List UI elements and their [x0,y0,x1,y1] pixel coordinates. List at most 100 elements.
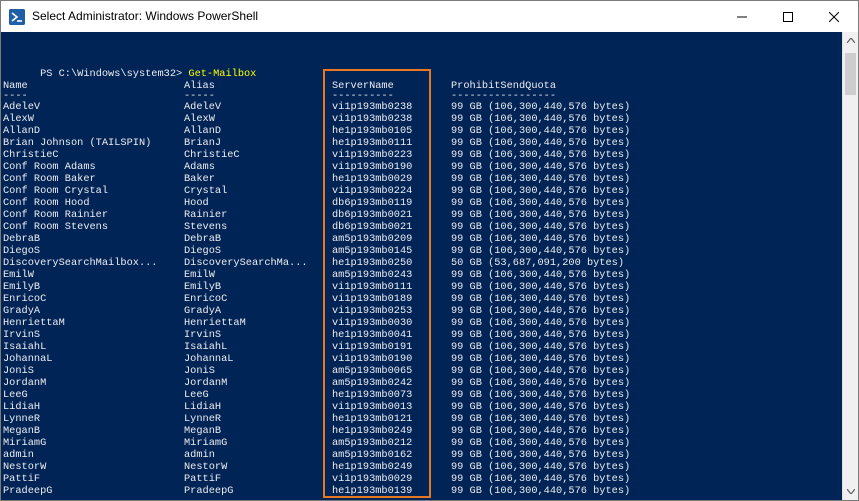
cell-name: EnricoC [3,293,47,305]
table-row: Conf Room Baker Baker he1p193mb0029 99 GB (… [3,173,842,185]
table-row: EmilW EmilW am5p193mb0243 99 GB (106,300,44… [3,269,842,281]
table-row: DiscoverySearchMailbox... DiscoverySearch… [3,257,842,269]
cell-quota: 99 GB (106,300,440,576 bytes) [451,485,631,497]
cell-alias: DiegoS [184,245,222,257]
cell-servername: vi1p193mb0111 [332,281,413,293]
console-output[interactable]: PS C:\Windows\system32> Get-Mailbox Name… [1,32,842,500]
cell-alias: Stevens [184,221,228,233]
cell-alias: JoniS [184,365,215,377]
table-row: MiriamG MiriamG am5p193mb0212 99 GB (106,30… [3,437,842,449]
cell-quota: 99 GB (106,300,440,576 bytes) [451,185,631,197]
cell-servername: vi1p193mb0238 [332,101,413,113]
cell-servername: db6p193mb0119 [332,197,413,209]
cell-servername: vi1p193mb0190 [332,353,413,365]
cell-servername: he1p193mb0249 [332,461,413,473]
cell-name: PradeepG [3,485,53,497]
cell-alias: JohannaL [184,353,234,365]
maximize-button[interactable] [765,1,811,32]
cell-quota: 99 GB (106,300,440,576 bytes) [451,269,631,281]
powershell-icon [9,9,25,25]
chevron-down-icon [847,489,855,494]
table-row: HenriettaM HenriettaM vi1p193mb0030 99 GB (… [3,317,842,329]
cell-name: Conf Room Rainier [3,209,109,221]
minimize-icon [737,16,747,17]
cell-quota: 99 GB (106,300,440,576 bytes) [451,329,631,341]
cell-servername: vi1p193mb0191 [332,341,413,353]
cell-alias: LynneR [184,413,222,425]
cell-quota: 99 GB (106,300,440,576 bytes) [451,149,631,161]
table-row: Conf Room Stevens Stevens db6p193mb0021 99 … [3,221,842,233]
table-row: JohannaL JohannaL vi1p193mb0190 99 GB (106,… [3,353,842,365]
scroll-thumb[interactable] [845,53,856,95]
cell-name: JordanM [3,377,47,389]
cell-quota: 99 GB (106,300,440,576 bytes) [451,137,631,149]
table-row: JoniS JoniS am5p193mb0065 99 GB (106,300,44… [3,365,842,377]
cell-alias: admin [184,449,215,461]
cell-servername: vi1p193mb0013 [332,401,413,413]
table-row: IsaiahL IsaiahL vi1p193mb0191 99 GB (106,30… [3,341,842,353]
table-row: JordanM JordanM am5p193mb0242 99 GB (106,30… [3,377,842,389]
table-row: LeeG LeeG he1p193mb0073 99 GB (106,300,440,… [3,389,842,401]
cell-name: JohannaL [3,353,53,365]
cell-servername: am5p193mb0209 [332,233,413,245]
cell-name: DiegoS [3,245,41,257]
close-button[interactable] [811,1,857,32]
cell-servername: he1p193mb0139 [332,485,413,497]
cell-servername: vi1p193mb0030 [332,317,413,329]
table-row: admin admin am5p193mb0162 99 GB (106,300,44… [3,449,842,461]
cell-alias: AlexW [184,113,215,125]
cell-quota: 99 GB (106,300,440,576 bytes) [451,413,631,425]
scroll-down-button[interactable] [843,483,858,500]
table-row: DiegoS DiegoS am5p193mb0145 99 GB (106,300,… [3,245,842,257]
table-row: PradeepG PradeepG he1p193mb0139 99 GB (106,… [3,485,842,497]
cell-name: DiscoverySearchMailbox... [3,257,158,269]
cell-quota: 99 GB (106,300,440,576 bytes) [451,425,631,437]
powershell-window: Select Administrator: Windows PowerShell… [0,0,859,501]
table-row: AllanD AllanD he1p193mb0105 99 GB (106,300,… [3,125,842,137]
table-row: LidiaH LidiaH vi1p193mb0013 99 GB (106,300,… [3,401,842,413]
cell-servername: vi1p193mb0029 [332,473,413,485]
table-row: GradyA GradyA vi1p193mb0253 99 GB (106,300,… [3,305,842,317]
cell-alias: Rainier [184,209,228,221]
cell-alias: JordanM [184,377,228,389]
cell-name: NestorW [3,461,47,473]
minimize-button[interactable] [719,1,765,32]
cell-alias: Crystal [184,185,228,197]
table-row: AlexW AlexW vi1p193mb0238 99 GB (106,300,44… [3,113,842,125]
command-line: PS C:\Windows\system32> Get-Mailbox [3,56,256,80]
cell-servername: he1p193mb0111 [332,137,413,149]
cell-quota: 99 GB (106,300,440,576 bytes) [451,341,631,353]
cell-quota: 99 GB (106,300,440,576 bytes) [451,281,631,293]
cell-alias: HenriettaM [184,317,246,329]
cell-servername: db6p193mb0021 [332,221,413,233]
cell-servername: he1p193mb0121 [332,413,413,425]
table-row: PattiF PattiF vi1p193mb0029 99 GB (106,300,… [3,473,842,485]
cell-name: IrvinS [3,329,41,341]
cell-servername: he1p193mb0041 [332,329,413,341]
cell-servername: he1p193mb0249 [332,425,413,437]
cell-name: LynneR [3,413,41,425]
cell-quota: 50 GB (53,687,091,200 bytes) [451,257,625,269]
cell-alias: PradeepG [184,485,234,497]
cell-quota: 99 GB (106,300,440,576 bytes) [451,317,631,329]
cell-servername: am5p193mb0212 [332,437,413,449]
table-row: NestorW NestorW he1p193mb0249 99 GB (106,30… [3,461,842,473]
cell-quota: 99 GB (106,300,440,576 bytes) [451,125,631,137]
scroll-up-button[interactable] [843,32,858,49]
command-text: Get-Mailbox [188,68,257,80]
cell-name: Conf Room Crystal [3,185,109,197]
table-row: ChristieC ChristieC vi1p193mb0223 99 GB (10… [3,149,842,161]
title-bar[interactable]: Select Administrator: Windows PowerShell [1,1,858,32]
cell-alias: EnricoC [184,293,228,305]
cell-name: MiriamG [3,437,47,449]
cell-quota: 99 GB (106,300,440,576 bytes) [451,101,631,113]
cell-name: AdeleV [3,101,41,113]
vertical-scrollbar[interactable] [842,32,858,500]
cell-servername: am5p193mb0145 [332,245,413,257]
cell-quota: 99 GB (106,300,440,576 bytes) [451,197,631,209]
cell-name: Conf Room Baker [3,173,96,185]
table-row: Conf Room Hood Hood db6p193mb0119 99 GB (10… [3,197,842,209]
cell-quota: 99 GB (106,300,440,576 bytes) [451,365,631,377]
cell-alias: Hood [184,197,209,209]
cell-servername: he1p193mb0029 [332,173,413,185]
